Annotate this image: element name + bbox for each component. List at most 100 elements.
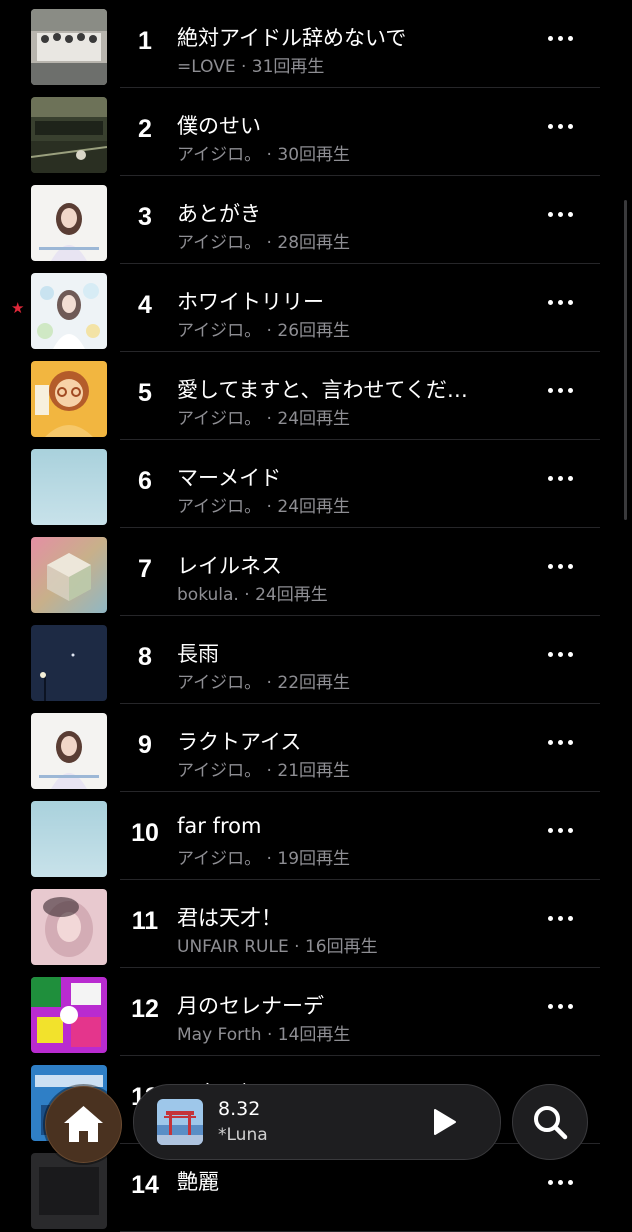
play-count: 28回再生 (277, 233, 351, 253)
more-options-button[interactable] (548, 825, 576, 835)
more-options-button[interactable] (548, 33, 576, 43)
subtitle-separator: · (261, 673, 278, 693)
play-count: 14回再生 (277, 1025, 351, 1045)
album-artwork (31, 9, 107, 85)
play-count: 26回再生 (277, 321, 351, 341)
track-rank: 1 (138, 27, 152, 55)
track-rank: 11 (131, 907, 159, 935)
track-subtitle: アイジロ。 · 24回再生 (177, 404, 350, 429)
play-count: 21回再生 (277, 761, 351, 781)
home-icon (64, 1106, 103, 1142)
more-options-button[interactable] (548, 649, 576, 659)
track-rank: 12 (131, 995, 159, 1023)
star-icon: ★ (11, 299, 25, 317)
track-subtitle: =LOVE · 31回再生 (177, 52, 324, 77)
track-row[interactable]: 10 far from アイジロ。 · 19回再生 (0, 792, 632, 880)
track-rank: 4 (138, 291, 152, 319)
track-artist: アイジロ。 (177, 233, 262, 253)
track-row[interactable]: 7 レイルネス bokula. · 24回再生 (0, 528, 632, 616)
track-artist: bokula. (177, 585, 239, 605)
home-button[interactable] (45, 1086, 122, 1163)
now-playing-artist: *Luna (218, 1125, 268, 1145)
track-rank: 8 (138, 643, 152, 671)
subtitle-separator: · (261, 233, 278, 253)
track-row[interactable]: 11 君は天才！ UNFAIR RULE · 16回再生 (0, 880, 632, 968)
track-rank: 10 (131, 819, 159, 847)
track-row[interactable]: 2 僕のせい アイジロ。 · 30回再生 (0, 88, 632, 176)
track-subtitle: アイジロ。 · 19回再生 (177, 844, 350, 869)
album-artwork (31, 449, 107, 525)
search-icon (534, 1106, 568, 1140)
track-artist: =LOVE (177, 57, 236, 77)
play-count: 31回再生 (251, 57, 325, 77)
track-title: 長雨 (177, 642, 219, 666)
more-options-button[interactable] (548, 913, 576, 923)
track-row[interactable]: 6 マーメイド アイジロ。 · 24回再生 (0, 440, 632, 528)
subtitle-separator: · (261, 761, 278, 781)
track-row[interactable]: 9 ラクトアイス アイジロ。 · 21回再生 (0, 704, 632, 792)
track-row[interactable]: 5 愛してますと、言わせてくだ… アイジロ。 · 24回再生 (0, 352, 632, 440)
track-title: 月のセレナーデ (177, 994, 324, 1018)
track-artist: UNFAIR RULE (177, 937, 289, 957)
track-title: far from (177, 814, 262, 838)
more-options-button[interactable] (548, 209, 576, 219)
track-subtitle: アイジロ。 · 26回再生 (177, 316, 350, 341)
track-title: 絶対アイドル辞めないで (177, 26, 407, 50)
play-button[interactable] (429, 1106, 459, 1138)
album-artwork (31, 801, 107, 877)
now-playing-title: 8.32 (218, 1098, 261, 1120)
more-options-button[interactable] (548, 121, 576, 131)
subtitle-separator: · (261, 497, 278, 517)
track-title: 君は天才！ (177, 906, 282, 930)
album-artwork (31, 185, 107, 261)
album-artwork (31, 97, 107, 173)
play-icon (434, 1109, 456, 1135)
album-artwork (31, 1153, 107, 1229)
scrollbar[interactable] (624, 200, 627, 520)
track-title: 僕のせい (177, 114, 261, 138)
track-row[interactable]: 3 あとがき アイジロ。 · 28回再生 (0, 176, 632, 264)
track-subtitle: UNFAIR RULE · 16回再生 (177, 932, 378, 957)
track-subtitle: May Forth · 14回再生 (177, 1020, 350, 1045)
track-rank: 9 (138, 731, 152, 759)
track-subtitle: bokula. · 24回再生 (177, 580, 328, 605)
more-options-button[interactable] (548, 297, 576, 307)
play-count: 19回再生 (277, 849, 351, 869)
search-button[interactable] (512, 1084, 588, 1160)
subtitle-separator: · (288, 937, 305, 957)
more-options-button[interactable] (548, 561, 576, 571)
play-count: 24回再生 (277, 409, 351, 429)
album-artwork (31, 889, 107, 965)
play-count: 30回再生 (277, 145, 351, 165)
track-title: 愛してますと、言わせてくだ… (177, 378, 468, 402)
subtitle-separator: · (238, 585, 256, 605)
more-options-button[interactable] (548, 737, 576, 747)
more-options-button[interactable] (548, 385, 576, 395)
track-artist: アイジロ。 (177, 321, 262, 341)
mini-player[interactable]: 8.32 *Luna (133, 1084, 501, 1160)
track-row[interactable]: ★ 4 ホワイトリリー アイジロ。 · 26回再生 (0, 264, 632, 352)
album-artwork (31, 273, 107, 349)
play-count: 22回再生 (277, 673, 351, 693)
more-options-button[interactable] (548, 1001, 576, 1011)
track-artist: アイジロ。 (177, 497, 262, 517)
album-artwork (31, 713, 107, 789)
subtitle-separator: · (261, 409, 278, 429)
track-artist: アイジロ。 (177, 761, 262, 781)
track-row[interactable]: 1 絶対アイドル辞めないで =LOVE · 31回再生 (0, 0, 632, 88)
more-options-button[interactable] (548, 1177, 576, 1187)
album-artwork (31, 537, 107, 613)
track-rank: 7 (138, 555, 152, 583)
track-row[interactable]: 8 長雨 アイジロ。 · 22回再生 (0, 616, 632, 704)
play-count: 16回再生 (304, 937, 378, 957)
track-row[interactable]: 12 月のセレナーデ May Forth · 14回再生 (0, 968, 632, 1056)
more-options-button[interactable] (548, 473, 576, 483)
play-count: 24回再生 (277, 497, 351, 517)
track-subtitle: アイジロ。 · 24回再生 (177, 492, 350, 517)
track-title: 艶麗 (177, 1170, 219, 1194)
track-subtitle: アイジロ。 · 22回再生 (177, 668, 350, 693)
album-artwork (31, 361, 107, 437)
track-title: レイルネス (177, 554, 282, 578)
subtitle-separator: · (235, 57, 252, 77)
track-title: ホワイトリリー (177, 290, 324, 314)
